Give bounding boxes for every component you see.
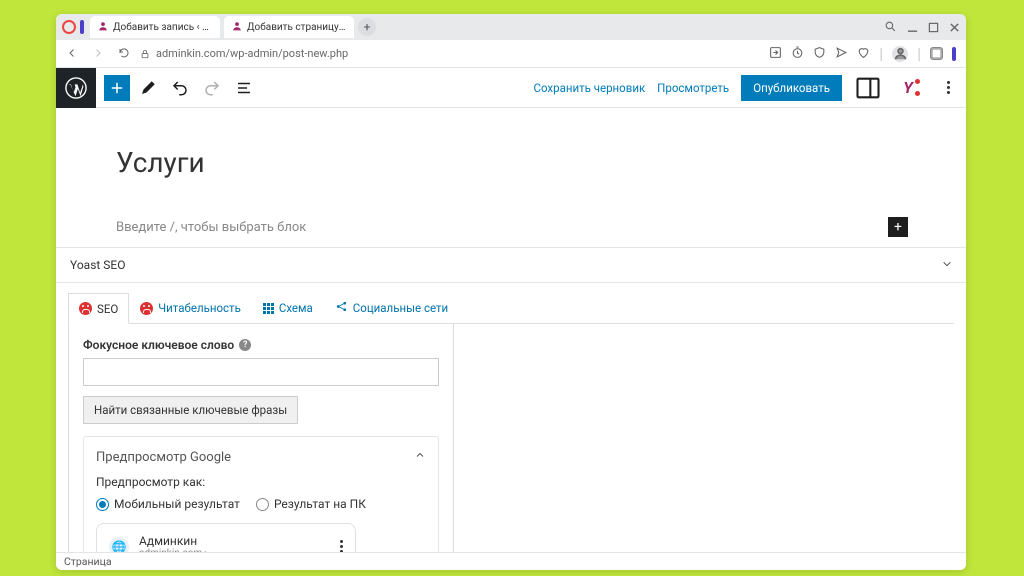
settings-panel-icon[interactable] [854, 74, 882, 102]
person-icon [98, 21, 108, 34]
tab-schema[interactable]: Схема [252, 293, 324, 323]
grid-icon [263, 303, 274, 314]
status-bar: Страница [56, 552, 966, 570]
shield-icon[interactable] [813, 44, 826, 63]
save-draft-link[interactable]: Сохранить черновик [534, 81, 646, 95]
browser-tabbar: Добавить запись ‹ Адми Добавить страницу… [56, 14, 966, 40]
edit-mode-icon[interactable] [134, 74, 162, 102]
send-icon[interactable] [835, 44, 848, 63]
focus-keyword-input[interactable] [83, 358, 439, 386]
radio-icon [256, 498, 269, 511]
tab-label: Добавить запись ‹ Адми [113, 22, 212, 33]
timer-icon[interactable] [791, 44, 804, 63]
inline-add-button[interactable]: + [888, 217, 908, 237]
focus-keyword-label: Фокусное ключевое слово [83, 338, 234, 352]
related-phrases-button[interactable]: Найти связанные ключевые фразы [83, 396, 298, 424]
share-icon [335, 300, 348, 316]
close-icon[interactable] [949, 22, 960, 33]
search-icon[interactable] [884, 18, 897, 37]
radio-mobile[interactable]: Мобильный результат [96, 497, 240, 511]
more-menu-icon[interactable] [934, 74, 962, 102]
preview-domain: adminkin.com › [139, 548, 208, 552]
edit-icon[interactable] [769, 44, 782, 63]
editor-topbar: Сохранить черновик Просмотреть Опубликов… [56, 68, 966, 108]
reload-icon[interactable] [118, 44, 130, 63]
wordpress-logo-icon[interactable] [56, 68, 96, 108]
maximize-icon[interactable] [928, 22, 939, 33]
preview-link[interactable]: Просмотреть [657, 81, 729, 95]
sad-face-icon [140, 302, 153, 315]
redo-icon[interactable] [198, 74, 226, 102]
back-icon[interactable] [66, 44, 78, 63]
extensions-icon[interactable] [930, 47, 943, 60]
preview-site-name: Админкин [139, 534, 208, 548]
block-placeholder[interactable]: Введите /, чтобы выбрать блок [116, 220, 888, 235]
add-block-button[interactable] [104, 75, 130, 101]
tab-seo[interactable]: SEO [68, 293, 129, 324]
chevron-up-icon [414, 449, 426, 465]
globe-icon: 🌐 [109, 537, 129, 553]
url-field[interactable]: adminkin.com/wp-admin/post-new.php [140, 47, 759, 60]
opera-accent-icon [80, 20, 84, 34]
lock-icon [140, 49, 150, 59]
google-preview-header[interactable]: Предпросмотр Google [96, 449, 426, 465]
radio-desktop[interactable]: Результат на ПК [256, 497, 366, 511]
forward-icon[interactable] [92, 44, 104, 63]
person-icon [232, 21, 242, 34]
tab-readability[interactable]: Читабельность [129, 293, 252, 323]
url-text: adminkin.com/wp-admin/post-new.php [156, 47, 348, 60]
post-title[interactable]: Услуги [116, 146, 906, 179]
yoast-tabs: SEO Читабельность Схема Социальные сети [68, 293, 954, 324]
yoast-panel-title: Yoast SEO [70, 258, 126, 272]
chevron-up-icon [942, 258, 952, 272]
google-preview-card: 🌐 Админкин adminkin.com › [96, 523, 356, 552]
minimize-icon[interactable] [907, 22, 918, 33]
new-tab-button[interactable]: + [358, 18, 376, 36]
help-icon[interactable]: ? [239, 339, 251, 351]
sad-face-icon [79, 302, 92, 315]
address-bar: adminkin.com/wp-admin/post-new.php | | [56, 40, 966, 68]
radio-icon [96, 498, 109, 511]
profile-icon[interactable] [892, 46, 908, 62]
status-text: Страница [64, 555, 112, 568]
browser-tab[interactable]: Добавить страницу ‹ Ад [224, 16, 354, 38]
outline-icon[interactable] [230, 74, 258, 102]
heart-icon[interactable] [857, 44, 870, 63]
undo-icon[interactable] [166, 74, 194, 102]
tab-label: Добавить страницу ‹ Ад [247, 22, 346, 33]
browser-tab[interactable]: Добавить запись ‹ Адми [90, 16, 220, 38]
preview-as-label: Предпросмотр как: [96, 475, 426, 489]
sidebar-toggle-icon[interactable] [952, 47, 956, 61]
more-icon[interactable] [340, 540, 343, 552]
yoast-panel-header[interactable]: Yoast SEO [56, 248, 966, 283]
yoast-icon[interactable]: Y [894, 74, 922, 102]
publish-button[interactable]: Опубликовать [741, 75, 842, 101]
opera-logo-icon [62, 20, 76, 34]
tab-social[interactable]: Социальные сети [324, 293, 459, 323]
